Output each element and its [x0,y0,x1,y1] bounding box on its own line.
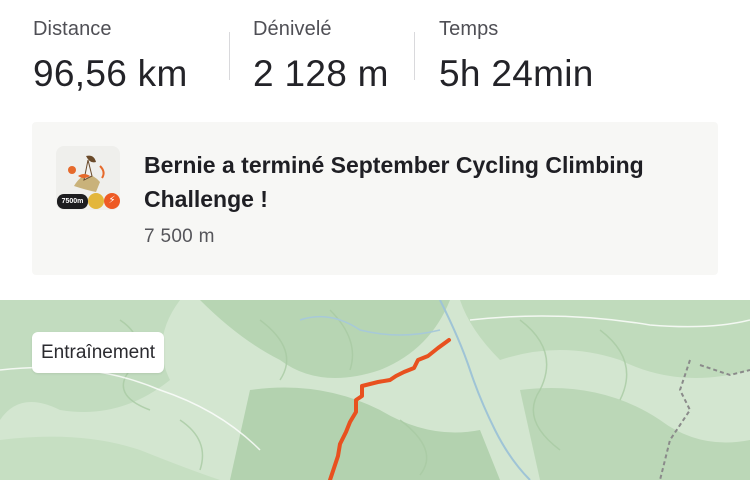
stat-time-label: Temps [439,18,499,40]
route-map[interactable]: Entraînement [0,300,750,480]
thumbs-up-icon [88,193,104,209]
stat-elevation: Dénivelé 2 128 m [253,18,389,95]
activity-stats: Distance 96,56 km Dénivelé 2 128 m Temps… [0,0,750,100]
stat-divider [414,32,415,80]
challenge-achievement-card[interactable]: 7500m ⚡ Bernie a terminé September Cycli… [32,122,718,275]
stat-distance: Distance 96,56 km [33,18,188,95]
challenge-badge[interactable]: 7500m ⚡ [56,146,120,210]
stat-distance-label: Distance [33,18,112,40]
achievement-title: Bernie a terminé September Cycling Climb… [144,152,644,212]
strava-logo-icon: ⚡ [104,193,120,209]
workout-type-tag: Entraînement [32,332,165,373]
stat-time-value: 5h 24min [439,53,594,94]
achievement-subtitle: 7 500 m [144,226,215,247]
stat-distance-value: 96,56 km [33,53,188,94]
terrain-map [0,300,750,480]
stat-elevation-label: Dénivelé [253,18,332,40]
stat-elevation-value: 2 128 m [253,53,389,94]
stat-time: Temps 5h 24min [439,18,594,95]
badge-distance-label: 7500m [57,194,88,209]
stat-divider [229,32,230,80]
